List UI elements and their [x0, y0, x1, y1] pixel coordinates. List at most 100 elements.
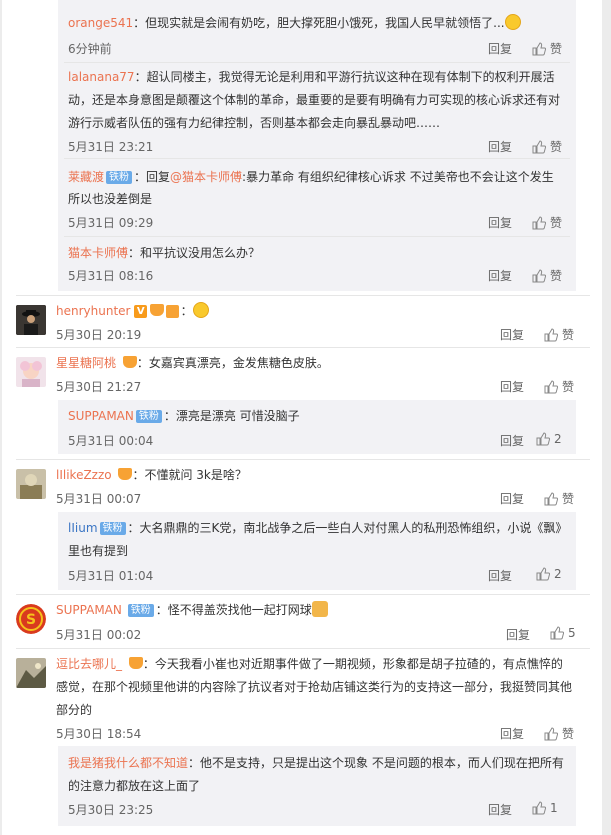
- fan-badge: 铁粉: [99, 522, 126, 535]
- divider: [16, 347, 590, 348]
- like-button[interactable]: 赞: [544, 326, 574, 343]
- timestamp: 5月30日 21:27: [56, 380, 142, 394]
- verified-badge: V: [134, 305, 148, 318]
- comment-text: ：大名鼎鼎的三K党，南北战争之后一些白人对付黑人的私刑恐怖组织，小说《飘》: [127, 521, 568, 535]
- timestamp: 5月31日 01:04: [68, 569, 154, 583]
- fan-badge: 铁粉: [106, 171, 133, 184]
- comment-text: ：不懂就问 3k是啥？: [132, 468, 247, 482]
- comment-text-line: 里也有提到: [68, 544, 129, 558]
- username[interactable]: 猫本卡师傅: [68, 246, 128, 260]
- timestamp: 5月30日 18:54: [56, 727, 142, 741]
- avatar[interactable]: S: [16, 604, 46, 634]
- timestamp: 6分钟前: [68, 42, 112, 56]
- thumb-up-icon: [544, 726, 558, 740]
- username[interactable]: lIium: [68, 521, 98, 535]
- comment-text-line: 动，还是本身意图是颠覆这个体制的革命，最重要的是要有明确有力可实现的核心诉求还有…: [68, 93, 561, 107]
- timestamp: 5月30日 20:19: [56, 328, 142, 342]
- reply-button[interactable]: 回复: [488, 801, 512, 818]
- reply-button[interactable]: 回复: [500, 432, 524, 449]
- timestamp: 5月31日 00:04: [68, 434, 154, 448]
- like-button[interactable]: 赞: [532, 214, 562, 231]
- reply-button[interactable]: 回复: [488, 567, 512, 584]
- like-button[interactable]: 1: [532, 801, 558, 815]
- reply-button[interactable]: 回复: [500, 725, 524, 742]
- thumb-up-icon: [536, 432, 550, 446]
- reply-button[interactable]: 回复: [500, 378, 524, 395]
- username[interactable]: 逗比去哪儿_: [56, 657, 122, 671]
- like-button[interactable]: 赞: [544, 490, 574, 507]
- comment-text: ：和平抗议没用怎么办？: [128, 246, 261, 260]
- comment-text: ：漂亮是漂亮 可惜没脑子: [163, 409, 300, 423]
- reply-button[interactable]: 回复: [488, 40, 512, 57]
- list-item: SUPPAMAN 铁粉 ：漂亮是漂亮 可惜没脑子: [68, 405, 300, 427]
- avatar[interactable]: [16, 305, 46, 335]
- avatar[interactable]: [16, 357, 46, 387]
- vip-crown-icon: [150, 304, 165, 316]
- like-button[interactable]: 2: [536, 567, 562, 581]
- username[interactable]: 莱藏渡: [68, 170, 104, 184]
- like-button[interactable]: 2: [536, 432, 562, 446]
- list-item: orange541：但现实就是会闹有奶吃，胆大撑死胆小饿死，我国人民早就领悟了.…: [68, 12, 521, 34]
- comment-text: ：超认同楼主，我觉得无论是利用和平游行抗议这种在现有体制下的权利开展活: [134, 70, 555, 84]
- surprised-emoji-icon: [192, 302, 209, 318]
- vip-crown-icon: [118, 468, 133, 480]
- like-button[interactable]: 赞: [532, 40, 562, 57]
- list-item: lIium 铁粉 ：大名鼎鼎的三K党，南北战争之后一些白人对付黑人的私刑恐怖组织，小…: [68, 517, 567, 539]
- like-button[interactable]: 赞: [532, 138, 562, 155]
- vip-crown-icon: [128, 657, 143, 669]
- list-item: 逗比去哪儿_ ：今天我看小崔也对近期事件做了一期视频，形象都是胡子拉碴的，有点憔…: [56, 653, 563, 675]
- list-item: SUPPAMAN 铁粉 ：怪不得盖茨找他一起打网球: [56, 599, 328, 621]
- list-item: henryhunter V ：: [56, 300, 209, 322]
- mention-link[interactable]: @猫本卡师傅: [170, 170, 242, 184]
- avatar[interactable]: [16, 658, 46, 688]
- list-item: lalanana77：超认同楼主，我觉得无论是利用和平游行抗议这种在现有体制下的…: [68, 66, 555, 88]
- comment-text-line: 所以也没差倒是: [68, 192, 153, 206]
- comment-text: ：女嘉宾真漂亮，金发焦糖色皮肤。: [136, 356, 329, 370]
- thumb-up-icon: [536, 567, 550, 581]
- thumb-up-icon: [544, 379, 558, 393]
- reply-button[interactable]: 回复: [488, 267, 512, 284]
- timestamp: 5月31日 00:07: [56, 492, 142, 506]
- thumb-up-icon: [532, 268, 546, 282]
- reply-button[interactable]: 回复: [500, 326, 524, 343]
- like-button[interactable]: 5: [550, 626, 576, 640]
- reply-button[interactable]: 回复: [488, 138, 512, 155]
- username[interactable]: 我是猪我什么都不知道: [68, 756, 188, 770]
- timestamp: 5月31日 09:29: [68, 216, 154, 230]
- username[interactable]: henryhunter: [56, 304, 130, 318]
- avatar[interactable]: [16, 469, 46, 499]
- comment-text: ：怪不得盖茨找他一起打网球: [155, 603, 312, 617]
- username[interactable]: lIlikeZzzo: [56, 468, 112, 482]
- timestamp: 5月30日 23:25: [68, 803, 154, 817]
- comment-panel: orange541：但现实就是会闹有奶吃，胆大撑死胆小饿死，我国人民早就领悟了.…: [2, 0, 602, 835]
- fan-level-icon: [166, 305, 179, 318]
- vip-crown-icon: [122, 356, 137, 368]
- reply-button[interactable]: 回复: [506, 626, 530, 643]
- avatar-image: [16, 658, 46, 688]
- username[interactable]: 星星糖阿桃: [56, 356, 116, 370]
- username[interactable]: lalanana77: [68, 70, 135, 84]
- avatar-image: [16, 469, 46, 499]
- laugh-emoji-icon: [504, 14, 521, 30]
- like-button[interactable]: 赞: [544, 725, 574, 742]
- reply-button[interactable]: 回复: [500, 490, 524, 507]
- list-item: 我是猪我什么都不知道：他不是支持，只是提出这个现象 不是问题的根本，而人们现在把…: [68, 752, 564, 774]
- username[interactable]: orange541: [68, 16, 133, 30]
- username[interactable]: SUPPAMAN: [56, 603, 122, 617]
- divider: [16, 594, 590, 595]
- timestamp: 5月31日 08:16: [68, 269, 154, 283]
- username[interactable]: SUPPAMAN: [68, 409, 134, 423]
- thumb-up-icon: [532, 801, 546, 815]
- list-item: 莱藏渡 铁粉 ：回复@猫本卡师傅:暴力革命 有组织纪律核心诉求 不过美帝也不会让这个…: [68, 170, 554, 184]
- thumb-up-icon: [532, 139, 546, 153]
- like-button[interactable]: 赞: [544, 378, 574, 395]
- timestamp: 5月31日 00:02: [56, 628, 142, 642]
- thumb-up-icon: [550, 626, 564, 640]
- reply-button[interactable]: 回复: [488, 214, 512, 231]
- comment-text-line: 游行示威者队伍的强有力纪律控制，否则基本都会走向暴乱暴动吧……: [68, 116, 441, 130]
- comment-text: ：今天我看小崔也对近期事件做了一期视频，形象都是胡子拉碴的，有点憔悴的: [142, 657, 563, 671]
- fan-badge: 铁粉: [127, 604, 154, 617]
- like-button[interactable]: 赞: [532, 267, 562, 284]
- thumb-up-icon: [544, 327, 558, 341]
- comment-text: ：但现实就是会闹有奶吃，胆大撑死胆小饿死，我国人民早就领悟了...: [133, 16, 505, 30]
